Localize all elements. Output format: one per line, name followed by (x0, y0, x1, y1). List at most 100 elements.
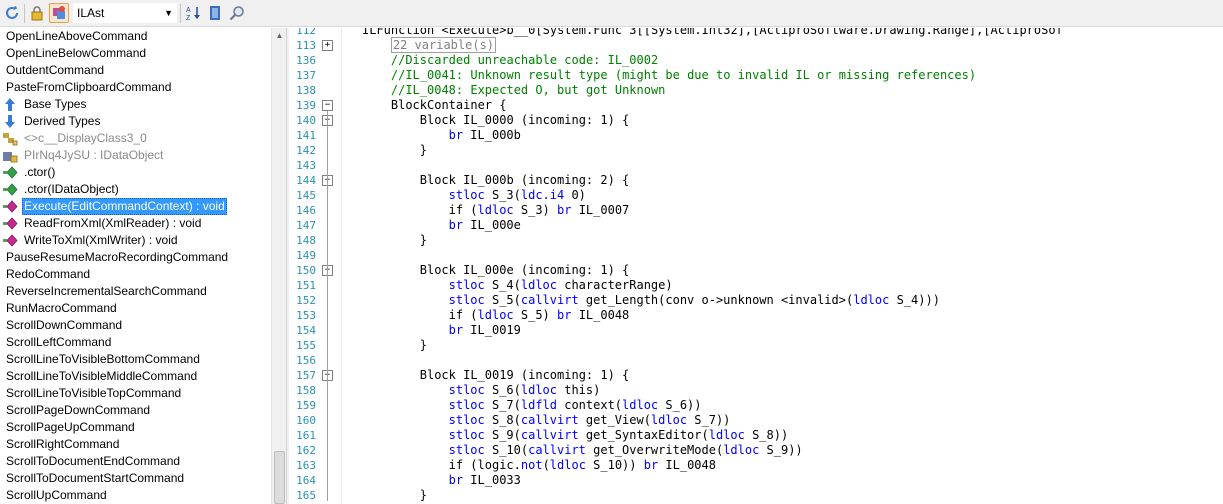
nested-class-icon (2, 131, 18, 146)
code-text: } (420, 233, 427, 248)
keyword-token: ldloc (520, 383, 557, 397)
code-text: Block IL_000b (incoming: 2) { (420, 173, 630, 188)
keyword-token: ldloc (708, 428, 745, 442)
line-number: 113 (296, 39, 316, 52)
code-line: 165} (289, 488, 1223, 503)
code-text: if (ldloc S_3) br IL_0007 (449, 203, 630, 218)
tree-item-label: OutdentCommand (6, 63, 105, 77)
keyword-token: stloc (448, 293, 485, 307)
show-all-members-icon[interactable] (49, 3, 69, 23)
comment-token: //Discarded unreachable code: IL_0002 (390, 53, 659, 67)
code-line: 158 stloc S_6(ldloc this) (289, 383, 1223, 398)
code-token: Block IL_000e (incoming: 1) { (419, 263, 630, 277)
toolbar: ILAst ▼ AZ (0, 0, 1223, 27)
line-number: 161 (296, 429, 316, 442)
collapsed-region[interactable]: 22 variable(s) (390, 37, 497, 53)
code-text: if (ldloc S_5) br IL_0048 (449, 308, 630, 323)
code-token: S_3) (513, 203, 558, 217)
method-icon (2, 165, 18, 180)
code-line: 162 stloc S_10(callvirt get_OverwriteMode… (289, 443, 1223, 458)
assembly-tree: OpenLineAboveCommand OpenLineBelowCommand… (0, 28, 286, 504)
search-icon[interactable] (227, 3, 247, 23)
code-text: 22 variable(s) (390, 37, 497, 53)
collapse-fold-icon[interactable]: − (322, 100, 333, 111)
code-token: S_6)) (658, 398, 702, 412)
keyword-token: ldloc (477, 203, 514, 217)
tree-item-label: OpenLineBelowCommand (6, 46, 147, 60)
code-line: 155} (289, 338, 1223, 353)
base-types-icon (2, 97, 18, 112)
override-method-icon (2, 199, 18, 214)
keyword-token: callvirt (528, 443, 586, 457)
code-token: IL_0048 (571, 308, 630, 322)
line-number: 138 (296, 84, 316, 97)
tree-item-label: Execute(EditCommandContext) : void (22, 198, 227, 215)
keyword-token: stloc (448, 188, 485, 202)
language-select[interactable]: ILAst ▼ (73, 3, 177, 23)
line-number: 149 (296, 249, 316, 262)
keyword-token: stloc (448, 398, 485, 412)
code-text: stloc S_9(callvirt get_SyntaxEditor(ldlo… (449, 428, 789, 443)
override-method-icon (2, 216, 18, 231)
line-number: 152 (296, 294, 316, 307)
refresh-icon[interactable] (2, 3, 22, 23)
line-number: 139 (296, 99, 316, 112)
code-token: S_9( (484, 428, 521, 442)
code-token: get_View( (578, 413, 651, 427)
code-text: stloc S_4(ldloc characterRange) (449, 278, 673, 293)
code-line: 149 (289, 248, 1223, 263)
line-number: 162 (296, 444, 316, 457)
tree-item-label: ScrollToDocumentEndCommand (6, 454, 181, 468)
line-number: 158 (296, 384, 316, 397)
code-token: S_6( (484, 383, 521, 397)
code-line: 152 stloc S_5(callvirt get_Length(conv o-… (289, 293, 1223, 308)
line-number: 160 (296, 414, 316, 427)
scroll-up-arrow-icon[interactable]: ▲ (272, 28, 286, 43)
line-number: 140 (296, 114, 316, 127)
tree-item-label: ScrollPageUpCommand (6, 420, 135, 434)
code-text: if (logic.not(ldloc S_10)) br IL_0048 (449, 458, 716, 473)
tree-item-label: Base Types (24, 97, 87, 111)
code-token: S_4( (484, 278, 521, 292)
tree-list: OpenLineAboveCommand OpenLineBelowCommand… (0, 28, 271, 504)
code-view[interactable]: 112 ILFunction <Execute>b__0[System.Func`… (289, 28, 1223, 504)
scrollbar-thumb[interactable] (274, 451, 285, 504)
code-token: get_OverwriteMode( (585, 443, 724, 457)
code-line: 148} (289, 233, 1223, 248)
code-token: S_8( (484, 413, 521, 427)
code-text: br IL_0033 (449, 473, 521, 488)
keyword-token: br (557, 203, 572, 217)
code-line: 146 if (ldloc S_3) br IL_0007 (289, 203, 1223, 218)
code-token: S_10)) (585, 458, 644, 472)
code-token: context( (557, 398, 623, 412)
code-token: IL_0019 (463, 323, 521, 337)
code-text: //IL_0048: Expected O, but got Unknown (391, 83, 666, 98)
line-number: 148 (296, 234, 316, 247)
code-token: Block IL_0019 (incoming: 1) { (419, 368, 630, 382)
svg-text:Z: Z (186, 15, 191, 21)
code-token: this) (557, 383, 601, 397)
code-text: br IL_0019 (449, 323, 521, 338)
language-select-value: ILAst (77, 6, 105, 20)
show-internal-api-icon[interactable] (27, 3, 47, 23)
keyword-token: ldloc (853, 293, 890, 307)
line-number: 157 (296, 369, 316, 382)
code-token: get_Length(conv o->unknown <invalid>( (578, 293, 854, 307)
keyword-token: stloc (448, 383, 485, 397)
code-text: br IL_000e (449, 218, 521, 233)
code-text: } (420, 488, 427, 503)
code-line: 141 br IL_000b (289, 128, 1223, 143)
tree-item-label: ScrollLeftCommand (6, 335, 112, 349)
expand-fold-icon[interactable]: + (322, 40, 333, 51)
tree-scrollbar[interactable]: ▲ (271, 28, 286, 504)
code-token: } (419, 143, 427, 157)
code-token: if ( (448, 308, 478, 322)
code-line: 147 br IL_000e (289, 218, 1223, 233)
code-token: S_3( (484, 188, 521, 202)
chevron-down-icon: ▼ (164, 8, 173, 18)
tree-item-label: ScrollDownCommand (6, 318, 123, 332)
code-text: stloc S_7(ldfld context(ldloc S_6)) (449, 398, 702, 413)
line-number: 137 (296, 69, 316, 82)
sort-az-icon[interactable]: AZ (183, 3, 203, 23)
open-list-icon[interactable] (205, 3, 225, 23)
